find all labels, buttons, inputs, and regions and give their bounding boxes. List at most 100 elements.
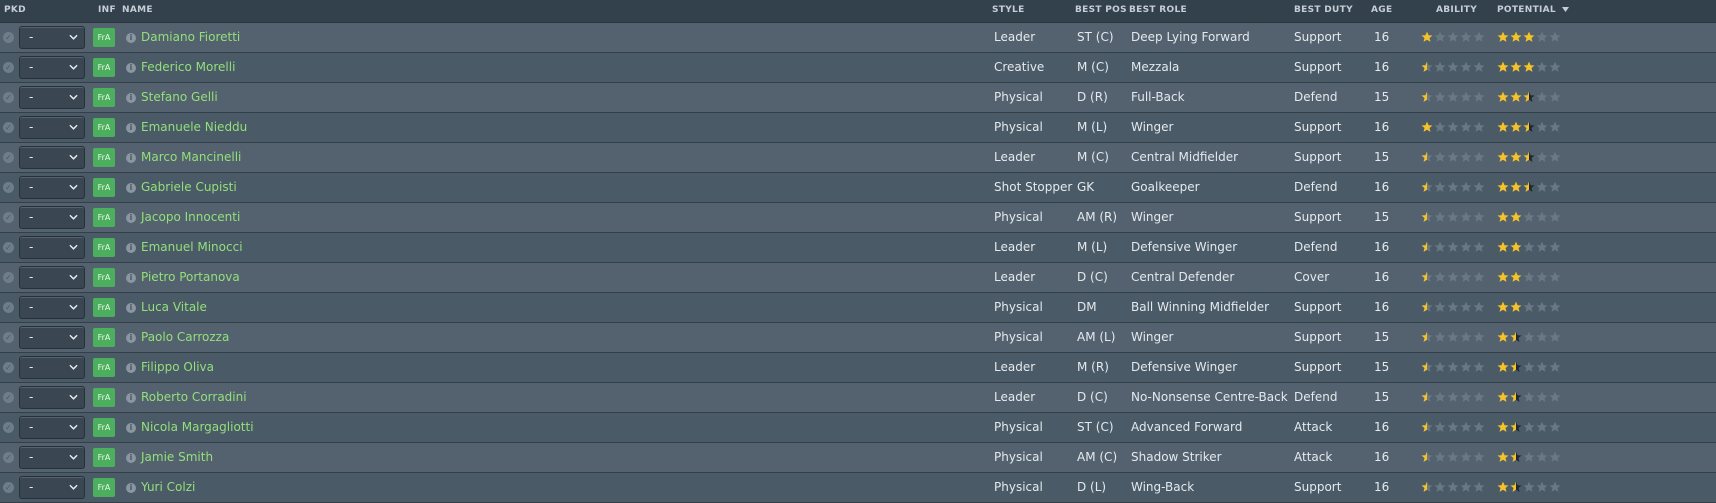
player-name[interactable]: Federico Morelli	[141, 53, 235, 82]
info-icon[interactable]: i	[126, 63, 136, 73]
column-header-style[interactable]: STYLE	[992, 5, 1025, 15]
check-icon[interactable]: ✓	[3, 92, 14, 103]
table-row[interactable]: ✓ - FrA i Gabriele Cupisti Shot Stopper GK Goal…	[0, 173, 1716, 203]
table-row[interactable]: ✓ - FrA i Yuri Colzi Physical D (L) Wing-Back Su…	[0, 473, 1716, 503]
check-icon[interactable]: ✓	[3, 182, 14, 193]
inf-badge[interactable]: FrA	[93, 58, 115, 77]
pkd-dropdown[interactable]: -	[19, 266, 85, 289]
info-icon[interactable]: i	[126, 123, 136, 133]
column-header-best-duty[interactable]: BEST DUTY	[1294, 5, 1353, 15]
column-header-ability[interactable]: ABILITY	[1436, 5, 1477, 15]
pkd-dropdown[interactable]: -	[19, 56, 85, 79]
player-name[interactable]: Luca Vitale	[141, 293, 207, 322]
player-name[interactable]: Gabriele Cupisti	[141, 173, 237, 202]
pkd-dropdown[interactable]: -	[19, 146, 85, 169]
player-name[interactable]: Nicola Margagliotti	[141, 413, 254, 442]
pkd-dropdown[interactable]: -	[19, 206, 85, 229]
inf-badge[interactable]: FrA	[93, 88, 115, 107]
inf-badge[interactable]: FrA	[93, 358, 115, 377]
inf-badge[interactable]: FrA	[93, 448, 115, 467]
player-name[interactable]: Stefano Gelli	[141, 83, 218, 112]
info-icon[interactable]: i	[126, 333, 136, 343]
info-icon[interactable]: i	[126, 33, 136, 43]
column-header-potential[interactable]: POTENTIAL	[1497, 5, 1570, 15]
inf-badge[interactable]: FrA	[93, 478, 115, 497]
check-icon[interactable]: ✓	[3, 452, 14, 463]
column-header-pkd[interactable]: PKD	[4, 5, 26, 15]
check-icon[interactable]: ✓	[3, 392, 14, 403]
column-header-inf[interactable]: INF	[98, 5, 116, 15]
inf-badge[interactable]: FrA	[93, 268, 115, 287]
info-icon[interactable]: i	[126, 303, 136, 313]
player-name[interactable]: Marco Mancinelli	[141, 143, 241, 172]
column-header-best-role[interactable]: BEST ROLE	[1129, 5, 1187, 15]
info-icon[interactable]: i	[126, 483, 136, 493]
table-row[interactable]: ✓ - FrA i Roberto Corradini Leader D (C) No-Non…	[0, 383, 1716, 413]
info-icon[interactable]: i	[126, 423, 136, 433]
inf-badge[interactable]: FrA	[93, 28, 115, 47]
info-icon[interactable]: i	[126, 93, 136, 103]
player-name[interactable]: Jacopo Innocenti	[141, 203, 240, 232]
player-name[interactable]: Damiano Fioretti	[141, 23, 240, 52]
info-icon[interactable]: i	[126, 273, 136, 283]
table-row[interactable]: ✓ - FrA i Jamie Smith Physical AM (C) Shadow St…	[0, 443, 1716, 473]
check-icon[interactable]: ✓	[3, 272, 14, 283]
table-row[interactable]: ✓ - FrA i Paolo Carrozza Physical AM (L) Winger…	[0, 323, 1716, 353]
check-icon[interactable]: ✓	[3, 32, 14, 43]
player-name[interactable]: Jamie Smith	[141, 443, 213, 472]
pkd-dropdown[interactable]: -	[19, 296, 85, 319]
pkd-dropdown[interactable]: -	[19, 26, 85, 49]
inf-badge[interactable]: FrA	[93, 298, 115, 317]
pkd-dropdown[interactable]: -	[19, 326, 85, 349]
player-name[interactable]: Roberto Corradini	[141, 383, 247, 412]
player-name[interactable]: Filippo Oliva	[141, 353, 214, 382]
table-row[interactable]: ✓ - FrA i Emanuele Nieddu Physical M (L) Winger…	[0, 113, 1716, 143]
table-row[interactable]: ✓ - FrA i Jacopo Innocenti Physical AM (R) Wing…	[0, 203, 1716, 233]
check-icon[interactable]: ✓	[3, 422, 14, 433]
check-icon[interactable]: ✓	[3, 482, 14, 493]
player-name[interactable]: Paolo Carrozza	[141, 323, 229, 352]
inf-badge[interactable]: FrA	[93, 118, 115, 137]
table-row[interactable]: ✓ - FrA i Emanuel Minocci Leader M (L) Defensiv…	[0, 233, 1716, 263]
inf-badge[interactable]: FrA	[93, 178, 115, 197]
inf-badge[interactable]: FrA	[93, 328, 115, 347]
inf-badge[interactable]: FrA	[93, 148, 115, 167]
inf-badge[interactable]: FrA	[93, 418, 115, 437]
pkd-dropdown[interactable]: -	[19, 176, 85, 199]
info-icon[interactable]: i	[126, 183, 136, 193]
table-row[interactable]: ✓ - FrA i Luca Vitale Physical DM Ball Winning …	[0, 293, 1716, 323]
check-icon[interactable]: ✓	[3, 362, 14, 373]
pkd-dropdown[interactable]: -	[19, 446, 85, 469]
player-name[interactable]: Pietro Portanova	[141, 263, 240, 292]
player-name[interactable]: Emanuel Minocci	[141, 233, 243, 262]
column-header-name[interactable]: NAME	[122, 5, 153, 15]
info-icon[interactable]: i	[126, 453, 136, 463]
pkd-dropdown[interactable]: -	[19, 386, 85, 409]
column-header-best-pos[interactable]: BEST POS	[1075, 5, 1127, 15]
inf-badge[interactable]: FrA	[93, 388, 115, 407]
table-row[interactable]: ✓ - FrA i Marco Mancinelli Leader M (C) Central…	[0, 143, 1716, 173]
info-icon[interactable]: i	[126, 363, 136, 373]
table-row[interactable]: ✓ - FrA i Stefano Gelli Physical D (R) Full-Bac…	[0, 83, 1716, 113]
pkd-dropdown[interactable]: -	[19, 86, 85, 109]
info-icon[interactable]: i	[126, 213, 136, 223]
table-row[interactable]: ✓ - FrA i Nicola Margagliotti Physical ST (C) A…	[0, 413, 1716, 443]
check-icon[interactable]: ✓	[3, 62, 14, 73]
pkd-dropdown[interactable]: -	[19, 476, 85, 499]
player-name[interactable]: Emanuele Nieddu	[141, 113, 247, 142]
pkd-dropdown[interactable]: -	[19, 356, 85, 379]
check-icon[interactable]: ✓	[3, 152, 14, 163]
table-row[interactable]: ✓ - FrA i Damiano Fioretti Leader ST (C) Deep L…	[0, 23, 1716, 53]
check-icon[interactable]: ✓	[3, 212, 14, 223]
pkd-dropdown[interactable]: -	[19, 416, 85, 439]
check-icon[interactable]: ✓	[3, 122, 14, 133]
table-row[interactable]: ✓ - FrA i Filippo Oliva Leader M (R) Defensive …	[0, 353, 1716, 383]
table-row[interactable]: ✓ - FrA i Pietro Portanova Leader D (C) Central…	[0, 263, 1716, 293]
check-icon[interactable]: ✓	[3, 302, 14, 313]
player-name[interactable]: Yuri Colzi	[141, 473, 195, 502]
check-icon[interactable]: ✓	[3, 332, 14, 343]
check-icon[interactable]: ✓	[3, 242, 14, 253]
table-row[interactable]: ✓ - FrA i Federico Morelli Creative M (C) Mezza…	[0, 53, 1716, 83]
info-icon[interactable]: i	[126, 153, 136, 163]
info-icon[interactable]: i	[126, 393, 136, 403]
